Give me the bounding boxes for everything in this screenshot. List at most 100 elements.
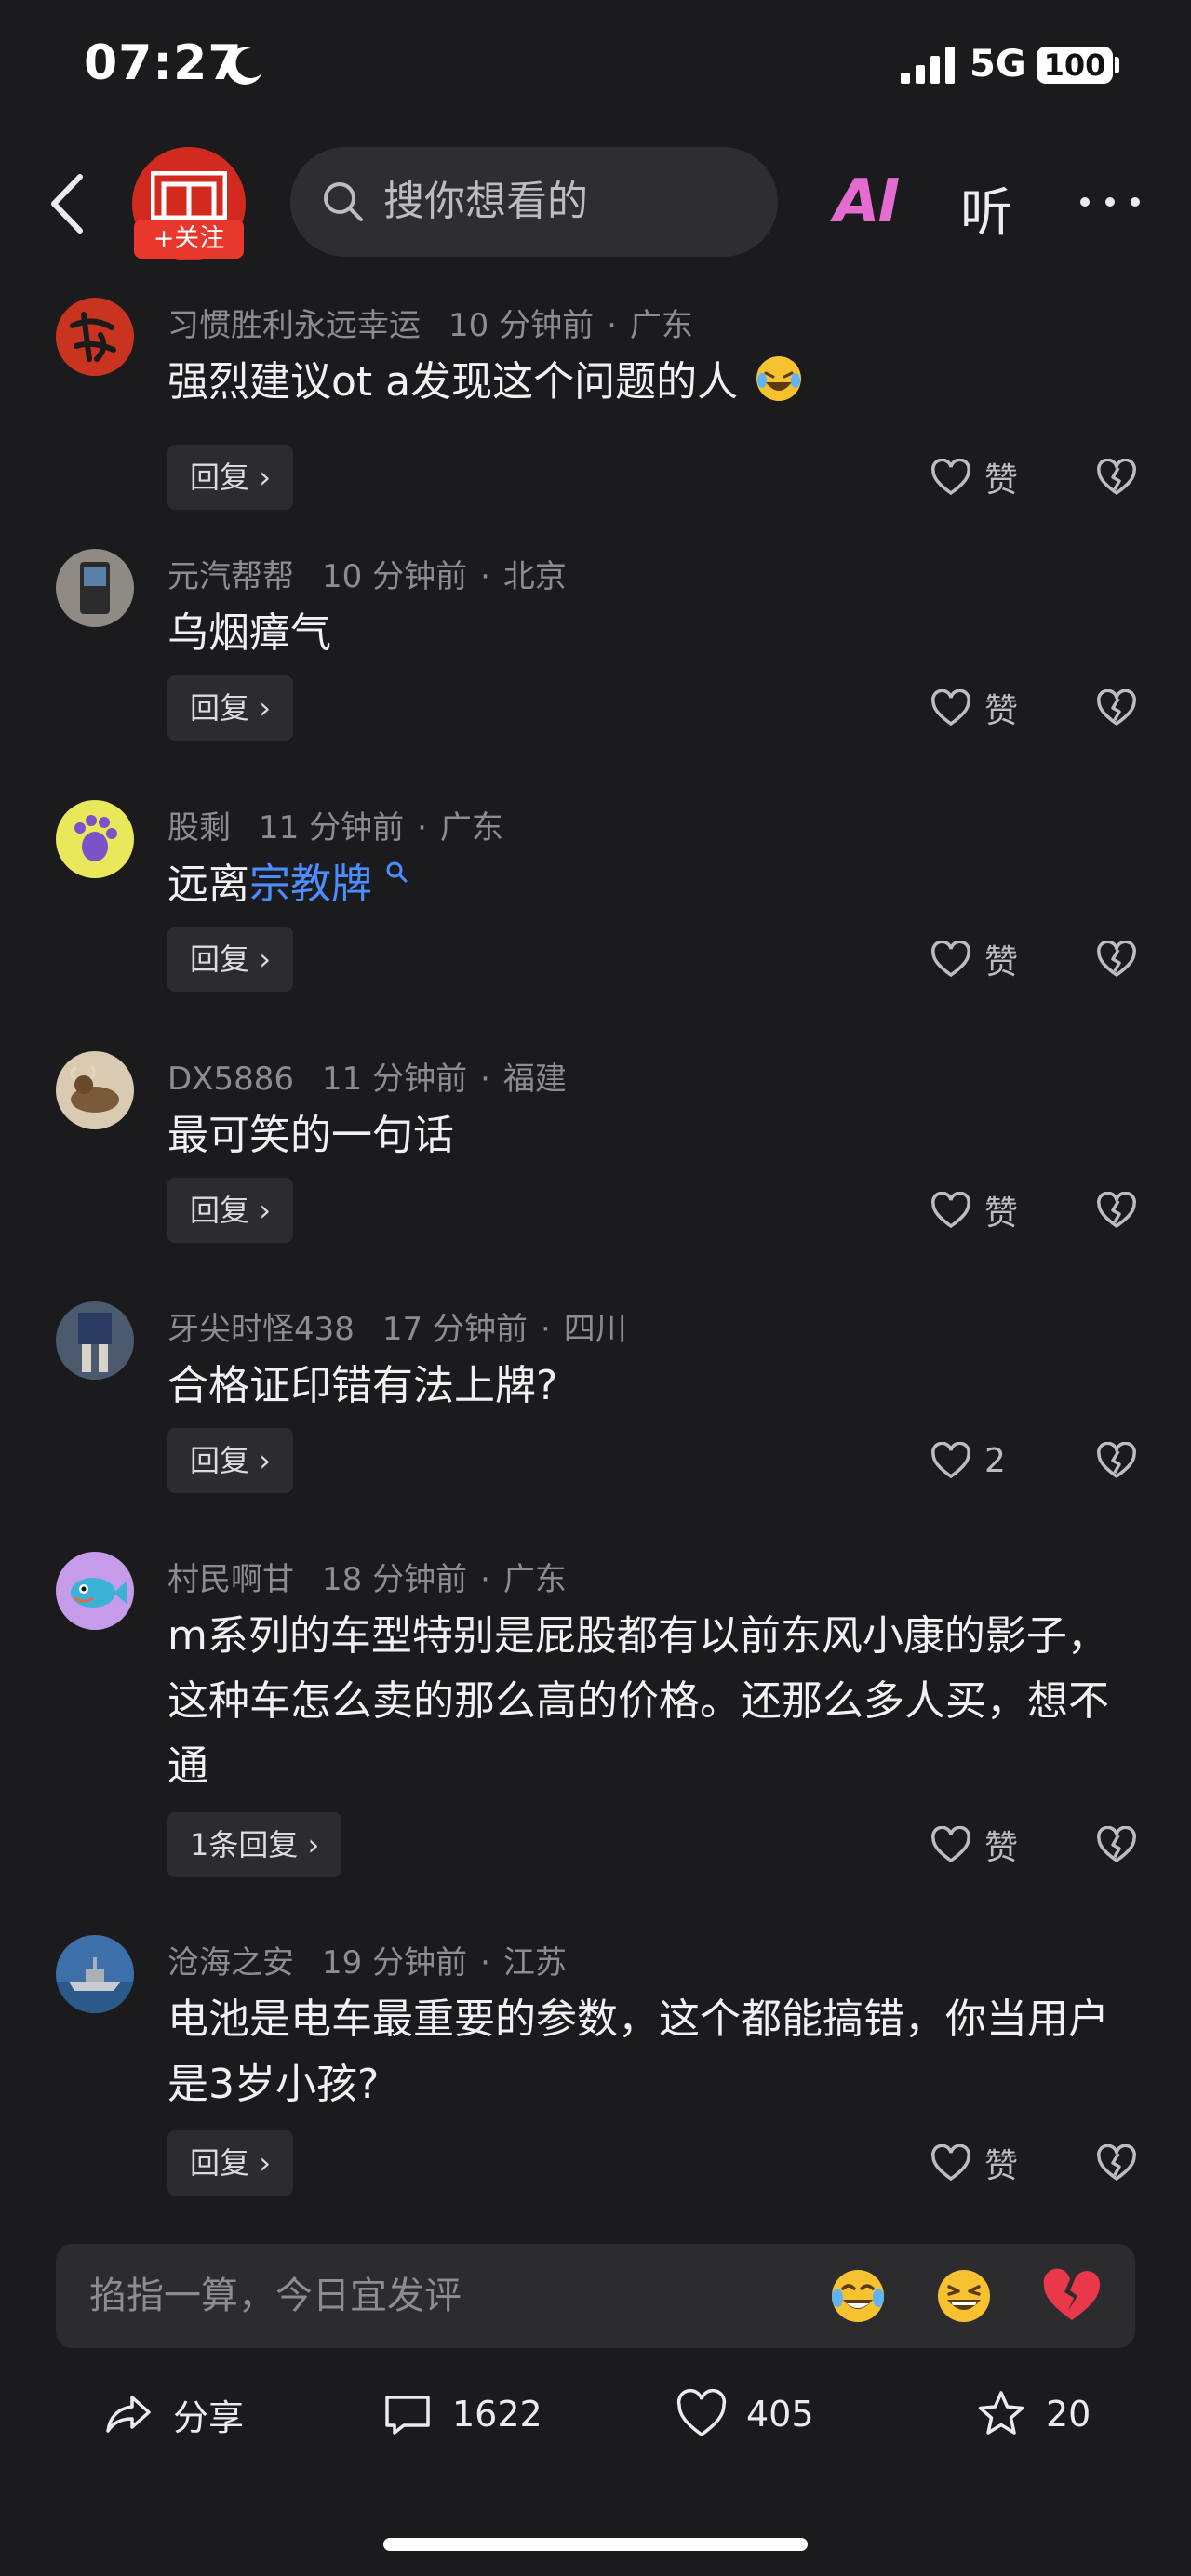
reply-button[interactable]: 回复 ›: [167, 927, 293, 992]
heart-icon: [931, 1192, 970, 1229]
avatar-device-icon: [80, 562, 110, 614]
comment-time: 18 分钟前: [322, 1561, 468, 1598]
share-icon: [106, 2396, 151, 2433]
heart-icon: [931, 941, 970, 978]
comment-username[interactable]: DX5886: [167, 1061, 294, 1098]
keyword-search-icon[interactable]: [385, 861, 409, 885]
like-count-button[interactable]: 405: [676, 2363, 814, 2465]
follow-button[interactable]: +关注: [134, 220, 244, 259]
dislike-icon[interactable]: [1096, 459, 1137, 496]
user-avatar[interactable]: [56, 1552, 134, 1630]
status-bar: 07:27 5G 100: [0, 0, 1191, 130]
user-avatar[interactable]: [56, 1935, 134, 2013]
home-indicator[interactable]: [383, 2538, 808, 2551]
broken-heart-icon[interactable]: [1040, 2264, 1104, 2328]
search-input[interactable]: 搜你想看的: [290, 147, 778, 257]
comment-username[interactable]: 村民啊甘: [167, 1561, 294, 1598]
comment-meta: 习惯胜利永远幸运 10 分钟前 · 广东: [167, 307, 693, 344]
comment-meta: 沧海之安 19 分钟前 · 江苏: [167, 1944, 567, 1982]
comment-time: 11 分钟前: [259, 809, 405, 847]
battery-tip: [1115, 57, 1119, 73]
comment-text: 远离宗教牌: [167, 852, 1144, 917]
reply-button[interactable]: 回复 ›: [167, 675, 293, 741]
comment-meta: 元汽帮帮 10 分钟前 · 北京: [167, 558, 567, 595]
comment-time: 10 分钟前: [322, 558, 468, 595]
comment-count-button[interactable]: 1622: [381, 2363, 542, 2465]
user-avatar[interactable]: [56, 1301, 134, 1380]
like-button[interactable]: 赞: [930, 2130, 1018, 2196]
heart-icon: [676, 2388, 727, 2437]
avatar-ship-icon: [56, 1957, 134, 2013]
comment-username[interactable]: 元汽帮帮: [167, 558, 294, 595]
heart-icon: [931, 1442, 970, 1479]
avatar-calligraphy-icon: [70, 312, 116, 362]
search-icon: [324, 182, 363, 221]
comment-location: 福建: [502, 1061, 567, 1098]
user-avatar[interactable]: [56, 298, 134, 376]
comment-text: 乌烟瘴气: [167, 609, 331, 657]
share-button[interactable]: 分享: [102, 2363, 244, 2465]
comment-time: 10 分钟前: [448, 307, 595, 344]
comment-text: m系列的车型特别是屁股都有以前东风小康的影子，这种车怎么卖的那么高的价格。还那么…: [167, 1612, 1109, 1790]
user-avatar[interactable]: [56, 1051, 134, 1129]
comment-username[interactable]: 牙尖时怪438: [167, 1311, 355, 1348]
user-avatar[interactable]: [56, 549, 134, 627]
avatar-person-icon: [78, 1313, 112, 1372]
search-placeholder: 搜你想看的: [383, 178, 588, 225]
like-button[interactable]: 赞: [930, 1178, 1018, 1243]
comment-meta: 股剩 11 分钟前 · 广东: [167, 809, 503, 847]
comment-meta: DX5886 11 分钟前 · 福建: [167, 1061, 567, 1098]
comment-meta: 牙尖时怪438 17 分钟前 · 四川: [167, 1311, 627, 1348]
reply-button[interactable]: 回复 ›: [167, 2130, 293, 2196]
avatar-bull-icon: [70, 1064, 119, 1113]
laughing-emoji-icon: [756, 356, 802, 401]
search-keyword-link[interactable]: 宗教牌: [249, 861, 372, 908]
star-icon: [978, 2391, 1024, 2435]
dislike-icon[interactable]: [1096, 1826, 1137, 1863]
listen-button[interactable]: 听: [960, 171, 1012, 247]
dislike-icon[interactable]: [1096, 941, 1137, 978]
like-button[interactable]: 赞: [930, 445, 1018, 510]
comment-input[interactable]: 掐指一算，今日宜发评: [56, 2244, 1135, 2348]
heart-icon: [931, 459, 970, 496]
status-time: 07:27: [84, 35, 243, 91]
like-button[interactable]: 2: [930, 1428, 1006, 1493]
dislike-icon[interactable]: [1096, 689, 1137, 727]
replies-button[interactable]: 1条回复 ›: [167, 1812, 342, 1877]
heart-icon: [931, 1826, 970, 1863]
reply-button[interactable]: 回复 ›: [167, 445, 293, 510]
comment-location: 广东: [629, 307, 693, 344]
avatar-paw-icon: [74, 815, 117, 861]
comment-meta: 村民啊甘 18 分钟前 · 广东: [167, 1561, 567, 1598]
like-button[interactable]: 赞: [930, 675, 1018, 741]
comment-text: 强烈建议ot a发现这个问题的人: [167, 350, 1144, 415]
comment-time: 11 分钟前: [322, 1061, 468, 1098]
bottom-action-bar: 分享 1622 405 20: [0, 2363, 1191, 2465]
dislike-icon[interactable]: [1096, 1442, 1137, 1479]
heart-icon: [931, 2144, 970, 2182]
comment-username[interactable]: 习惯胜利永远幸运: [167, 307, 421, 344]
comment-text: 最可笑的一句话: [167, 1112, 454, 1159]
more-icon[interactable]: [1077, 188, 1143, 216]
reply-button[interactable]: 回复 ›: [167, 1178, 293, 1243]
comment-location: 江苏: [502, 1944, 567, 1982]
ai-button[interactable]: AI: [834, 167, 900, 236]
back-icon[interactable]: [45, 171, 91, 236]
top-nav: +关注 搜你想看的 AI 听: [0, 140, 1191, 270]
grinning-emoji-icon[interactable]: [932, 2264, 996, 2328]
tears-of-joy-emoji-icon[interactable]: [826, 2264, 890, 2328]
like-button[interactable]: 赞: [930, 927, 1018, 992]
comment-username[interactable]: 沧海之安: [167, 1944, 294, 1982]
comment-username[interactable]: 股剩: [167, 809, 231, 847]
dislike-icon[interactable]: [1096, 1192, 1137, 1229]
heart-icon: [931, 689, 970, 727]
comment-input-placeholder: 掐指一算，今日宜发评: [89, 2275, 462, 2317]
like-button[interactable]: 赞: [930, 1812, 1018, 1877]
dislike-icon[interactable]: [1096, 2144, 1137, 2182]
comment-icon: [385, 2396, 430, 2435]
reply-button[interactable]: 回复 ›: [167, 1428, 293, 1493]
user-avatar[interactable]: [56, 800, 134, 878]
comment-location: 广东: [502, 1561, 567, 1598]
comment-text: 电池是电车最重要的参数，这个都能搞错，你当用户是3岁小孩?: [167, 1995, 1109, 2108]
favorite-button[interactable]: 20: [975, 2363, 1091, 2465]
